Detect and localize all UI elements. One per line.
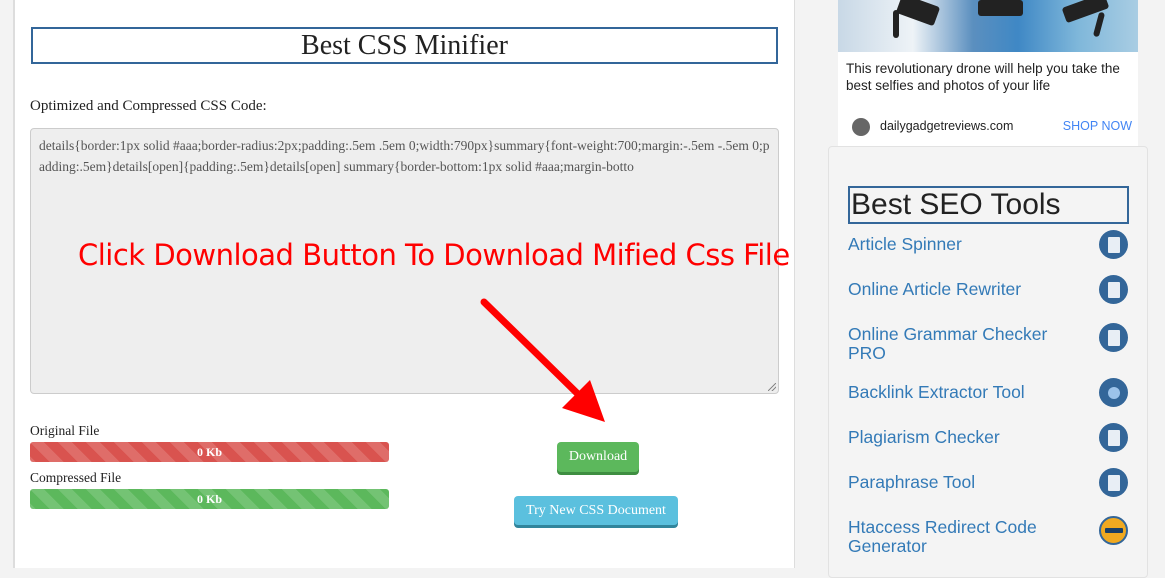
try-new-document-button[interactable]: Try New CSS Document [514,496,678,525]
original-file-label: Original File [30,423,100,438]
page-title: Best CSS Minifier [31,27,778,64]
tool-item[interactable]: Htaccess Redirect Code Generator [848,516,1128,556]
tool-link[interactable]: Online Article Rewriter [848,280,1078,299]
tool-item[interactable]: Paraphrase Tool [848,468,1128,497]
pen-doc-icon[interactable] [1099,468,1128,497]
output-label: Optimized and Compressed CSS Code: [30,98,267,114]
download-button[interactable]: Download [557,442,639,472]
tool-link[interactable]: Online Grammar Checker PRO [848,325,1078,363]
tool-link[interactable]: Article Spinner [848,235,1078,254]
red-arrow-icon [480,298,605,422]
drone-ad-image[interactable] [838,0,1138,52]
tool-link[interactable]: Backlink Extractor Tool [848,383,1078,402]
grammar-check-icon[interactable] [1099,323,1128,352]
magnifier-doc-icon[interactable] [1099,423,1128,452]
tool-item[interactable]: Online Grammar Checker PRO [848,323,1128,363]
tool-item[interactable]: Online Article Rewriter [848,275,1128,304]
compressed-file-label: Compressed File [30,470,122,485]
spinner-doc-icon[interactable] [1099,230,1128,259]
backlink-network-icon[interactable] [1099,378,1128,407]
redirect-refresh-icon[interactable] [1099,516,1128,545]
annotation-text: Click Download Button To Download Mified… [78,238,790,272]
main-content: Best CSS Minifier Optimized and Compress… [13,0,795,568]
globe-icon [852,118,870,136]
tool-link[interactable]: Htaccess Redirect Code Generator [848,518,1078,556]
ad-card[interactable]: This revolutionary drone will help you t… [838,0,1138,146]
compressed-file-bar: 0 Kb [30,489,389,509]
tool-link[interactable]: Paraphrase Tool [848,473,1078,492]
tool-link[interactable]: Plagiarism Checker [848,428,1078,447]
resize-handle[interactable] [768,383,776,391]
rewriter-icon[interactable] [1099,275,1128,304]
tool-item[interactable]: Backlink Extractor Tool [848,378,1128,407]
original-file-bar: 0 Kb [30,442,389,462]
ad-text[interactable]: This revolutionary drone will help you t… [846,60,1136,94]
output-code-text: details{border:1px solid #aaa;border-rad… [39,138,770,174]
seo-tools-panel: Best SEO Tools Article Spinner Online Ar… [828,146,1148,578]
shop-now-button[interactable]: SHOP NOW [1063,119,1132,133]
tool-item[interactable]: Plagiarism Checker [848,423,1128,452]
tool-item[interactable]: Article Spinner [848,230,1128,259]
seo-tools-title: Best SEO Tools [848,186,1129,224]
ad-domain[interactable]: dailygadgetreviews.com [880,119,1013,133]
